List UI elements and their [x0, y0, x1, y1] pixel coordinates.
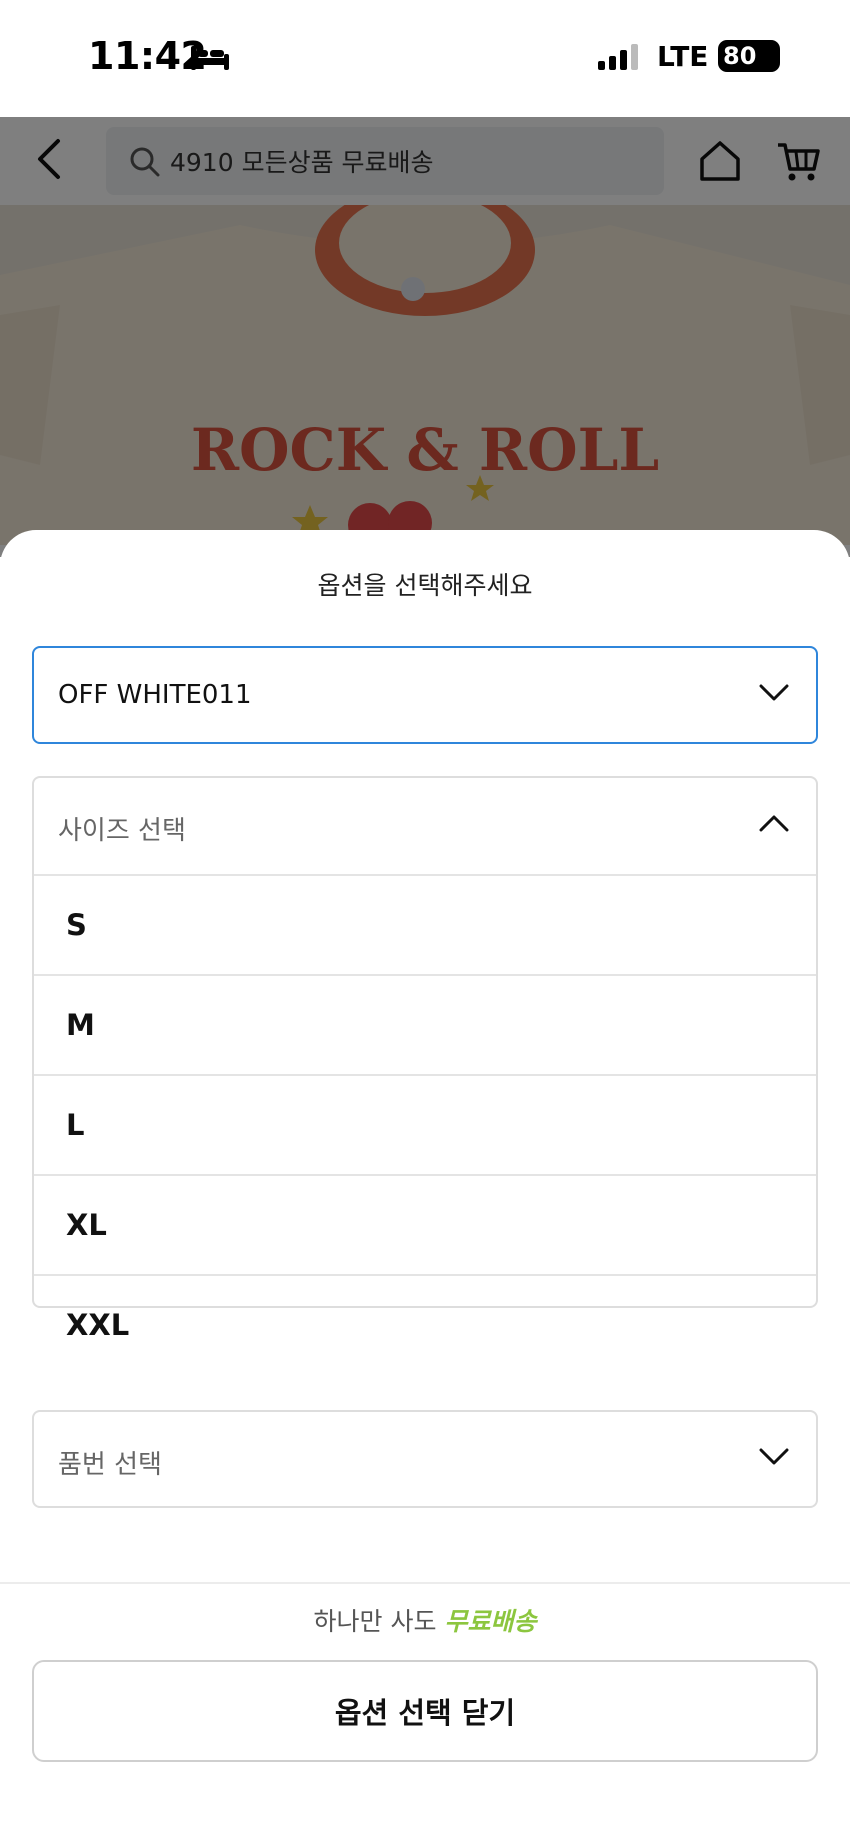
color-select-header[interactable]: OFF WHITE011 — [34, 648, 816, 744]
network-type: LTE — [657, 40, 709, 73]
size-select-header[interactable]: 사이즈 선택 — [34, 778, 816, 874]
item-number-select-header[interactable]: 품번 선택 — [34, 1412, 816, 1508]
size-select-placeholder: 사이즈 선택 — [58, 816, 186, 846]
status-bar: 11:42 LTE 80 — [0, 0, 850, 117]
battery-icon: 80 — [718, 40, 780, 72]
chevron-down-icon — [759, 1448, 789, 1465]
options-sheet: 옵션을 선택해주세요 OFF WHITE011 사이즈 선택 S M L XL … — [0, 530, 850, 1842]
clock: 11:42 — [88, 34, 207, 78]
color-select-value: OFF WHITE011 — [58, 680, 252, 710]
size-option-xl[interactable]: XL — [34, 1174, 816, 1274]
size-option-m[interactable]: M — [34, 974, 816, 1074]
promo-accent: 무료배송 — [444, 1607, 537, 1636]
size-option-label: S — [66, 908, 87, 942]
divider — [0, 1582, 850, 1584]
size-options-list: S M L XL XXL — [34, 874, 816, 1374]
size-select[interactable]: 사이즈 선택 S M L XL XXL — [32, 776, 818, 1342]
size-option-label: M — [66, 1008, 95, 1042]
sleep-focus-icon — [191, 46, 229, 70]
size-option-label: XL — [66, 1208, 107, 1242]
free-shipping-promo: 하나만 사도 무료배송 — [0, 1602, 850, 1638]
sheet-title: 옵션을 선택해주세요 — [317, 571, 533, 600]
color-select[interactable]: OFF WHITE011 — [32, 646, 818, 744]
size-option-label: L — [66, 1108, 85, 1142]
item-number-select-placeholder: 품번 선택 — [58, 1450, 162, 1480]
size-option-l[interactable]: L — [34, 1074, 816, 1174]
close-options-button[interactable]: 옵션 선택 닫기 — [32, 1660, 818, 1762]
size-option-label: XXL — [66, 1308, 130, 1342]
battery-level: 80 — [723, 42, 757, 70]
chevron-down-icon — [759, 684, 789, 701]
size-option-s[interactable]: S — [34, 874, 816, 974]
dim-overlay[interactable] — [0, 117, 850, 557]
chevron-up-icon — [759, 815, 789, 832]
signal-icon — [598, 44, 638, 70]
item-number-select[interactable]: 품번 선택 — [32, 1410, 818, 1508]
promo-text: 하나만 사도 — [313, 1607, 437, 1636]
size-option-xxl[interactable]: XXL — [34, 1274, 816, 1374]
